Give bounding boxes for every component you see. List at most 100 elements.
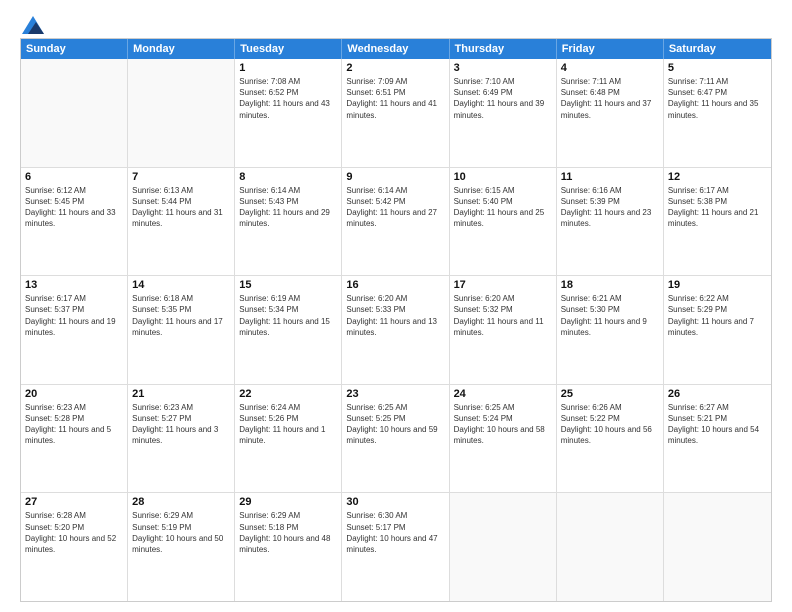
day-cell-7: 7Sunrise: 6:13 AM Sunset: 5:44 PM Daylig…: [128, 168, 235, 276]
day-detail: Sunrise: 6:20 AM Sunset: 5:32 PM Dayligh…: [454, 293, 552, 338]
day-number: 10: [454, 171, 552, 183]
day-number: 15: [239, 279, 337, 291]
calendar-row-3: 20Sunrise: 6:23 AM Sunset: 5:28 PM Dayli…: [21, 385, 771, 494]
day-cell-12: 12Sunrise: 6:17 AM Sunset: 5:38 PM Dayli…: [664, 168, 771, 276]
day-number: 19: [668, 279, 767, 291]
day-number: 9: [346, 171, 444, 183]
calendar: SundayMondayTuesdayWednesdayThursdayFrid…: [20, 38, 772, 602]
day-detail: Sunrise: 6:24 AM Sunset: 5:26 PM Dayligh…: [239, 402, 337, 447]
day-cell-13: 13 Sunrise: 6:17 AM Sunset: 5:37 PM Dayli…: [21, 276, 128, 384]
empty-cell-4-4: [450, 493, 557, 601]
day-detail: Sunrise: 6:17 AM Sunset: 5:37 PM Dayligh…: [25, 293, 123, 338]
day-number: 1: [239, 62, 337, 74]
day-number: 18: [561, 279, 659, 291]
day-number: 27: [25, 496, 123, 508]
weekday-header-friday: Friday: [557, 39, 664, 59]
day-detail: Sunrise: 6:18 AM Sunset: 5:35 PM Dayligh…: [132, 293, 230, 338]
day-number: 16: [346, 279, 444, 291]
calendar-row-0: 1 Sunrise: 7:08 AM Sunset: 6:52 PM Daylig…: [21, 59, 771, 168]
day-detail: Sunrise: 6:25 AM Sunset: 5:25 PM Dayligh…: [346, 402, 444, 447]
day-cell-21: 21 Sunrise: 6:23 AM Sunset: 5:27 PM Dayli…: [128, 385, 235, 493]
day-number: 6: [25, 171, 123, 183]
day-detail: Sunrise: 6:23 AM Sunset: 5:27 PM Dayligh…: [132, 402, 230, 447]
day-cell-29: 29 Sunrise: 6:29 AM Sunset: 5:18 PM Dayli…: [235, 493, 342, 601]
day-cell-26: 26 Sunrise: 6:27 AM Sunset: 5:21 PM Dayli…: [664, 385, 771, 493]
empty-cell-4-6: [664, 493, 771, 601]
day-cell-9: 9Sunrise: 6:14 AM Sunset: 5:42 PM Daylig…: [342, 168, 449, 276]
day-number: 8: [239, 171, 337, 183]
day-number: 21: [132, 388, 230, 400]
day-cell-28: 28Sunrise: 6:29 AM Sunset: 5:19 PM Dayli…: [128, 493, 235, 601]
day-cell-19: 19 Sunrise: 6:22 AM Sunset: 5:29 PM Dayli…: [664, 276, 771, 384]
day-cell-1: 1 Sunrise: 7:08 AM Sunset: 6:52 PM Daylig…: [235, 59, 342, 167]
day-number: 17: [454, 279, 552, 291]
calendar-row-2: 13 Sunrise: 6:17 AM Sunset: 5:37 PM Dayli…: [21, 276, 771, 385]
empty-cell-0-1: [128, 59, 235, 167]
day-number: 4: [561, 62, 659, 74]
day-cell-20: 20Sunrise: 6:23 AM Sunset: 5:28 PM Dayli…: [21, 385, 128, 493]
day-detail: Sunrise: 6:14 AM Sunset: 5:43 PM Dayligh…: [239, 185, 337, 230]
day-number: 20: [25, 388, 123, 400]
day-number: 28: [132, 496, 230, 508]
page: SundayMondayTuesdayWednesdayThursdayFrid…: [0, 0, 792, 612]
day-cell-8: 8 Sunrise: 6:14 AM Sunset: 5:43 PM Daylig…: [235, 168, 342, 276]
calendar-row-1: 6 Sunrise: 6:12 AM Sunset: 5:45 PM Daylig…: [21, 168, 771, 277]
day-cell-3: 3 Sunrise: 7:10 AM Sunset: 6:49 PM Daylig…: [450, 59, 557, 167]
day-cell-18: 18 Sunrise: 6:21 AM Sunset: 5:30 PM Dayli…: [557, 276, 664, 384]
day-cell-30: 30 Sunrise: 6:30 AM Sunset: 5:17 PM Dayli…: [342, 493, 449, 601]
weekday-header-sunday: Sunday: [21, 39, 128, 59]
day-detail: Sunrise: 6:25 AM Sunset: 5:24 PM Dayligh…: [454, 402, 552, 447]
day-detail: Sunrise: 7:10 AM Sunset: 6:49 PM Dayligh…: [454, 76, 552, 121]
day-detail: Sunrise: 6:21 AM Sunset: 5:30 PM Dayligh…: [561, 293, 659, 338]
day-cell-22: 22 Sunrise: 6:24 AM Sunset: 5:26 PM Dayli…: [235, 385, 342, 493]
day-cell-10: 10 Sunrise: 6:15 AM Sunset: 5:40 PM Dayli…: [450, 168, 557, 276]
day-cell-2: 2 Sunrise: 7:09 AM Sunset: 6:51 PM Daylig…: [342, 59, 449, 167]
day-detail: Sunrise: 6:30 AM Sunset: 5:17 PM Dayligh…: [346, 510, 444, 555]
weekday-header-monday: Monday: [128, 39, 235, 59]
day-detail: Sunrise: 6:22 AM Sunset: 5:29 PM Dayligh…: [668, 293, 767, 338]
day-detail: Sunrise: 6:20 AM Sunset: 5:33 PM Dayligh…: [346, 293, 444, 338]
day-cell-4: 4 Sunrise: 7:11 AM Sunset: 6:48 PM Daylig…: [557, 59, 664, 167]
day-detail: Sunrise: 6:19 AM Sunset: 5:34 PM Dayligh…: [239, 293, 337, 338]
empty-cell-4-5: [557, 493, 664, 601]
day-cell-11: 11Sunrise: 6:16 AM Sunset: 5:39 PM Dayli…: [557, 168, 664, 276]
day-detail: Sunrise: 6:28 AM Sunset: 5:20 PM Dayligh…: [25, 510, 123, 555]
day-number: 23: [346, 388, 444, 400]
day-number: 14: [132, 279, 230, 291]
day-detail: Sunrise: 7:09 AM Sunset: 6:51 PM Dayligh…: [346, 76, 444, 121]
day-detail: Sunrise: 7:11 AM Sunset: 6:47 PM Dayligh…: [668, 76, 767, 121]
day-detail: Sunrise: 6:27 AM Sunset: 5:21 PM Dayligh…: [668, 402, 767, 447]
day-number: 13: [25, 279, 123, 291]
weekday-header-wednesday: Wednesday: [342, 39, 449, 59]
logo: [20, 16, 44, 32]
day-number: 26: [668, 388, 767, 400]
day-cell-27: 27 Sunrise: 6:28 AM Sunset: 5:20 PM Dayli…: [21, 493, 128, 601]
day-cell-15: 15 Sunrise: 6:19 AM Sunset: 5:34 PM Dayli…: [235, 276, 342, 384]
day-number: 2: [346, 62, 444, 74]
day-number: 3: [454, 62, 552, 74]
empty-cell-0-0: [21, 59, 128, 167]
calendar-row-4: 27 Sunrise: 6:28 AM Sunset: 5:20 PM Dayli…: [21, 493, 771, 601]
weekday-header-tuesday: Tuesday: [235, 39, 342, 59]
calendar-header: SundayMondayTuesdayWednesdayThursdayFrid…: [21, 39, 771, 59]
weekday-header-thursday: Thursday: [450, 39, 557, 59]
day-detail: Sunrise: 7:11 AM Sunset: 6:48 PM Dayligh…: [561, 76, 659, 121]
day-detail: Sunrise: 6:12 AM Sunset: 5:45 PM Dayligh…: [25, 185, 123, 230]
day-detail: Sunrise: 6:15 AM Sunset: 5:40 PM Dayligh…: [454, 185, 552, 230]
day-cell-25: 25 Sunrise: 6:26 AM Sunset: 5:22 PM Dayli…: [557, 385, 664, 493]
day-detail: Sunrise: 7:08 AM Sunset: 6:52 PM Dayligh…: [239, 76, 337, 121]
day-detail: Sunrise: 6:26 AM Sunset: 5:22 PM Dayligh…: [561, 402, 659, 447]
day-number: 30: [346, 496, 444, 508]
day-number: 22: [239, 388, 337, 400]
day-number: 7: [132, 171, 230, 183]
day-detail: Sunrise: 6:17 AM Sunset: 5:38 PM Dayligh…: [668, 185, 767, 230]
day-number: 29: [239, 496, 337, 508]
logo-icon: [22, 16, 44, 34]
day-detail: Sunrise: 6:29 AM Sunset: 5:18 PM Dayligh…: [239, 510, 337, 555]
day-cell-14: 14 Sunrise: 6:18 AM Sunset: 5:35 PM Dayli…: [128, 276, 235, 384]
calendar-body: 1 Sunrise: 7:08 AM Sunset: 6:52 PM Daylig…: [21, 59, 771, 601]
day-number: 25: [561, 388, 659, 400]
day-number: 11: [561, 171, 659, 183]
day-number: 5: [668, 62, 767, 74]
day-cell-23: 23 Sunrise: 6:25 AM Sunset: 5:25 PM Dayli…: [342, 385, 449, 493]
